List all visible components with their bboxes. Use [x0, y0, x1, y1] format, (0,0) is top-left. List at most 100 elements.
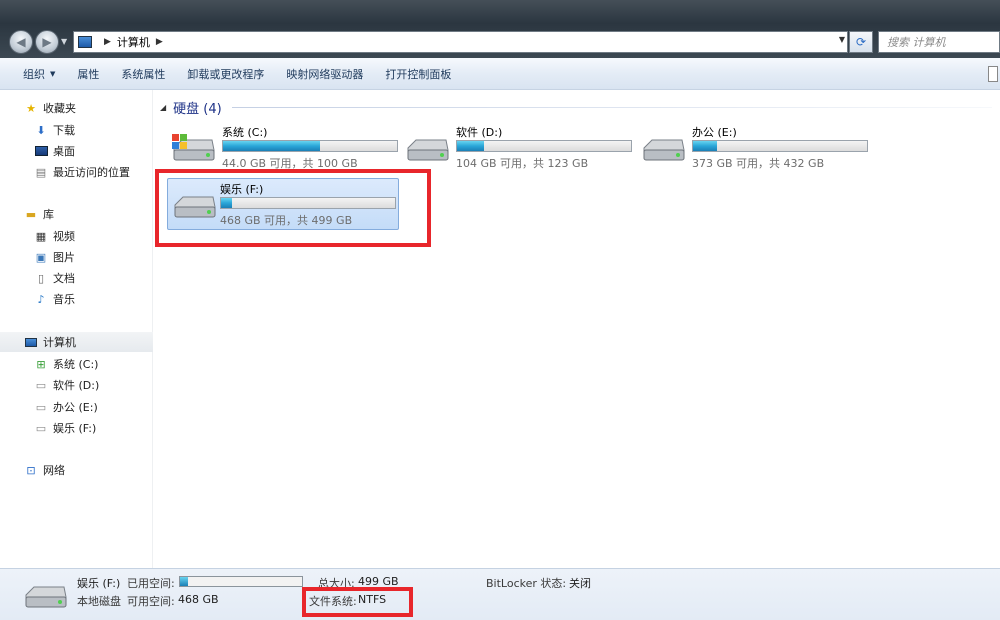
system-properties-button[interactable]: 系统属性 [110, 62, 176, 86]
drive-tile-e[interactable]: 办公 (E:) 373 GB 可用，共 432 GB [640, 124, 872, 178]
sidebar-label: 桌面 [53, 145, 75, 158]
details-bitlocker-value: 关闭 [569, 577, 591, 590]
highlight-box [155, 169, 431, 247]
address-dropdown-icon[interactable]: ▼ [839, 35, 845, 44]
computer-icon [78, 36, 92, 48]
sidebar-label: 图片 [53, 251, 75, 264]
organize-button[interactable]: 组织 ▼ [12, 62, 66, 86]
navigation-pane: ★ 收藏夹 ⬇ 下载 桌面 ▤ 最近访问的位置 ▬ 库 ▦ 视频 ▣ 图片 ▯ 文档 ♪ 音乐 … [0, 90, 153, 568]
details-usage-fill [180, 577, 188, 586]
sidebar-item-videos[interactable]: ▦ 视频 [0, 226, 153, 246]
sidebar-label: 下载 [53, 124, 75, 137]
map-network-drive-button[interactable]: 映射网络驱动器 [275, 62, 374, 86]
recent-places-icon: ▤ [35, 165, 47, 179]
hard-drive-icon [643, 139, 685, 161]
sidebar-item-music[interactable]: ♪ 音乐 [0, 289, 153, 309]
drive-tile-d[interactable]: 软件 (D:) 104 GB 可用，共 123 GB [404, 124, 636, 178]
hard-drive-icon [25, 586, 67, 608]
drive-usage-bar [222, 140, 398, 152]
sidebar-item-network[interactable]: ⊡ 网络 [0, 460, 153, 480]
sidebar-item-drive-c[interactable]: ⊞ 系统 (C:) [0, 354, 153, 374]
sidebar-label: 最近访问的位置 [53, 166, 130, 179]
video-icon: ▦ [35, 229, 47, 243]
hard-drive-icon: ▭ [35, 421, 47, 435]
network-icon: ⊡ [26, 463, 36, 477]
sidebar-label: 音乐 [53, 293, 75, 306]
open-control-panel-button[interactable]: 打开控制面板 [374, 62, 462, 86]
sidebar-item-computer[interactable]: 计算机 [0, 332, 153, 352]
sidebar-label: 视频 [53, 230, 75, 243]
sidebar-item-drive-f[interactable]: ▭ 娱乐 (F:) [0, 418, 153, 438]
sidebar-label: 计算机 [43, 336, 76, 349]
sidebar-item-downloads[interactable]: ⬇ 下载 [0, 120, 153, 140]
arrow-left-icon: ◀ [16, 35, 26, 49]
file-list: ◢ 硬盘 (4) 系统 (C:) 44.0 GB 可用，共 100 GB 软件 … [154, 90, 1000, 568]
chevron-right-icon[interactable]: ▶ [156, 37, 163, 47]
sidebar-label: 系统 (C:) [53, 358, 99, 371]
back-button[interactable]: ◀ [9, 30, 33, 54]
document-icon: ▯ [37, 271, 45, 285]
highlight-box [302, 587, 413, 617]
sidebar-item-drive-e[interactable]: ▭ 办公 (E:) [0, 397, 153, 417]
drive-usage-fill [693, 141, 717, 151]
chevron-right-icon[interactable]: ▶ [104, 37, 111, 47]
sidebar-item-pictures[interactable]: ▣ 图片 [0, 247, 153, 267]
sidebar-label: 办公 (E:) [53, 401, 98, 414]
details-drive-type: 本地磁盘 [77, 595, 121, 608]
drive-space-info: 104 GB 可用，共 123 GB [456, 157, 589, 170]
download-folder-icon: ⬇ [36, 123, 46, 137]
group-divider [232, 107, 992, 108]
group-header-hard-disks[interactable]: ◢ 硬盘 (4) [160, 98, 222, 117]
sidebar-item-desktop[interactable]: 桌面 [0, 141, 153, 161]
sidebar-label: 娱乐 (F:) [53, 422, 97, 435]
drive-name: 软件 (D:) [456, 126, 503, 139]
hard-drive-icon: ▭ [35, 378, 47, 392]
details-bitlocker-label: BitLocker 状态: [486, 577, 567, 590]
desktop-icon [34, 145, 48, 158]
sidebar-label: 库 [43, 208, 54, 221]
view-options-button[interactable] [988, 66, 998, 82]
drive-usage-bar [456, 140, 632, 152]
refresh-button[interactable]: ⟳ [849, 31, 873, 53]
sidebar-item-drive-d[interactable]: ▭ 软件 (D:) [0, 375, 153, 395]
pictures-icon: ▣ [35, 250, 47, 264]
sidebar-item-documents[interactable]: ▯ 文档 [0, 268, 153, 288]
library-icon: ▬ [25, 207, 37, 221]
drive-usage-bar [692, 140, 868, 152]
windows-drive-icon: ⊞ [36, 357, 46, 371]
windows-drive-icon [172, 134, 215, 161]
organize-label: 组织 [23, 67, 45, 81]
command-bar: 组织 ▼ 属性 系统属性 卸载或更改程序 映射网络驱动器 打开控制面板 [0, 58, 1000, 90]
properties-button[interactable]: 属性 [66, 62, 110, 86]
uninstall-program-button[interactable]: 卸载或更改程序 [176, 62, 275, 86]
computer-icon [24, 336, 38, 349]
search-box[interactable] [878, 31, 1000, 53]
drive-usage-fill [223, 141, 321, 151]
drive-usage-fill [457, 141, 484, 151]
details-free-value: 468 GB [178, 593, 219, 606]
breadcrumb-computer[interactable]: 计算机 [117, 34, 150, 50]
details-free-label: 可用空间: [127, 595, 175, 608]
drive-name: 办公 (E:) [692, 126, 737, 139]
forward-button[interactable]: ▶ [35, 30, 59, 54]
collapse-triangle-icon[interactable]: ◢ [160, 103, 166, 112]
search-input[interactable] [887, 35, 999, 49]
details-pane: 娱乐 (F:) 已用空间: 本地磁盘 可用空间: 468 GB 总大小: 499… [0, 568, 1000, 620]
recent-pages-dropdown[interactable]: ▼ [61, 37, 67, 46]
sidebar-item-favorites[interactable]: ★ 收藏夹 [0, 98, 153, 118]
address-bar[interactable]: ▶ 计算机 ▶ ▼ [73, 31, 848, 53]
details-drive-name: 娱乐 (F:) [77, 577, 121, 590]
sidebar-label: 收藏夹 [43, 102, 76, 115]
title-bar: ◀ ▶ ▼ ▶ 计算机 ▶ ▼ ⟳ [0, 0, 1000, 58]
hard-drive-icon: ▭ [35, 400, 47, 414]
sidebar-item-libraries[interactable]: ▬ 库 [0, 204, 153, 224]
sidebar-item-recent-places[interactable]: ▤ 最近访问的位置 [0, 162, 153, 182]
hard-drive-icon [407, 139, 449, 161]
details-usage-bar [179, 576, 303, 587]
group-title: 硬盘 (4) [173, 102, 222, 117]
drive-space-info: 373 GB 可用，共 432 GB [692, 157, 825, 170]
refresh-icon: ⟳ [855, 35, 867, 49]
arrow-right-icon: ▶ [42, 35, 52, 49]
sidebar-label: 网络 [43, 464, 65, 477]
music-note-icon: ♪ [37, 292, 45, 306]
